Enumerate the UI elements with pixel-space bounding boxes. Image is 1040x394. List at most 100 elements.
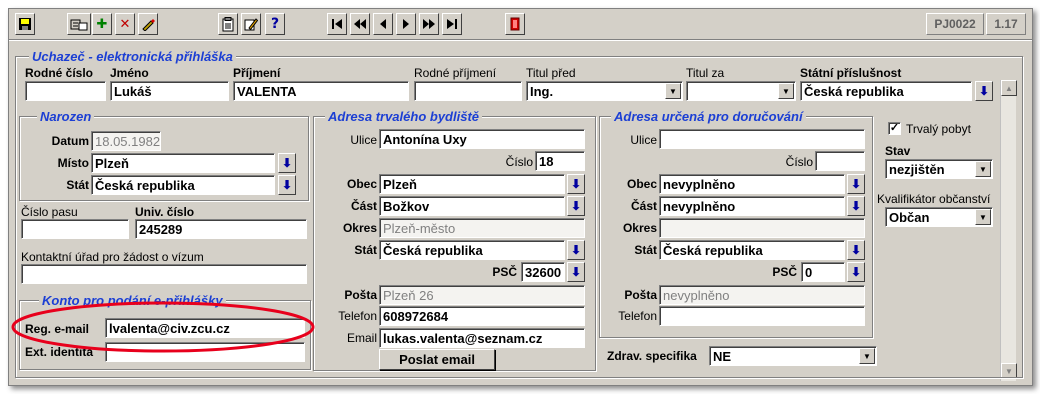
- first-name-label: Jméno: [110, 66, 149, 80]
- deliv-phone-input[interactable]: [659, 306, 865, 326]
- first-record-icon[interactable]: [327, 13, 347, 35]
- perm-number-label: Číslo: [505, 155, 533, 169]
- deliv-street-input[interactable]: [659, 129, 865, 149]
- deliv-part-picker-icon[interactable]: ⬇: [847, 196, 865, 216]
- deliv-zip-picker-icon[interactable]: ⬇: [847, 262, 865, 282]
- exit-icon[interactable]: [505, 13, 525, 35]
- deliv-part-label: Část: [630, 199, 657, 213]
- perm-zip-label: PSČ: [492, 265, 517, 279]
- perm-part-label: Část: [350, 199, 377, 213]
- citizenship-label: Státní příslušnost: [800, 66, 902, 80]
- birth-group-title: Narozen: [37, 109, 95, 124]
- surname-input[interactable]: VALENTA: [233, 81, 409, 101]
- birth-date-input[interactable]: 18.05.1982: [91, 131, 161, 151]
- visa-office-input[interactable]: [21, 264, 307, 284]
- add-icon[interactable]: ✚: [92, 13, 112, 35]
- form-code-label: PJ0022: [926, 13, 984, 35]
- health-specifics-label: Zdrav. specifika: [607, 349, 697, 363]
- edit-icon[interactable]: [138, 13, 158, 35]
- delivery-address-title: Adresa určená pro doručování: [611, 109, 806, 124]
- deliv-phone-label: Telefon: [618, 309, 657, 323]
- deliv-zip-input[interactable]: 0: [801, 262, 845, 282]
- citizenship-picker-icon[interactable]: ⬇: [975, 81, 993, 101]
- perm-street-input[interactable]: Antonína Uxy: [379, 129, 585, 149]
- birth-number-label: Rodné číslo: [25, 66, 94, 80]
- perm-part-input[interactable]: Božkov: [379, 196, 565, 216]
- birth-country-picker-icon[interactable]: ⬇: [278, 175, 296, 195]
- deliv-district-input[interactable]: [659, 218, 865, 238]
- title-after-select[interactable]: ▼: [686, 81, 796, 101]
- birth-surname-label: Rodné příjmení: [414, 66, 497, 80]
- chevron-down-icon: ▼: [975, 161, 991, 177]
- toolbar-separator: [9, 39, 1032, 41]
- delete-icon[interactable]: ✕: [115, 13, 135, 35]
- next-record-icon[interactable]: [396, 13, 416, 35]
- citizenship-qualifier-value: Občan: [889, 210, 930, 225]
- perm-post-input[interactable]: Plzeň 26: [379, 285, 585, 305]
- birth-place-picker-icon[interactable]: ⬇: [278, 153, 296, 173]
- passport-number-input[interactable]: [21, 219, 129, 239]
- perm-number-input[interactable]: 18: [535, 151, 585, 171]
- birth-number-input[interactable]: [25, 81, 106, 101]
- perm-city-input[interactable]: Plzeň: [379, 174, 565, 194]
- citizenship-input[interactable]: Česká republika: [800, 81, 972, 101]
- version-label: 1.17: [986, 13, 1026, 35]
- birth-date-label: Datum: [51, 134, 89, 148]
- title-before-select[interactable]: Ing. ▼: [526, 81, 683, 101]
- clipboard-icon[interactable]: [218, 13, 238, 35]
- previous-record-icon[interactable]: [373, 13, 393, 35]
- deliv-country-label: Stát: [634, 243, 657, 257]
- title-before-value: Ing.: [530, 84, 554, 99]
- chevron-down-icon: ▼: [975, 209, 991, 225]
- chevron-down-icon: ▼: [665, 83, 681, 99]
- deliv-post-input[interactable]: nevyplněno: [659, 285, 865, 305]
- previous-page-icon[interactable]: [350, 13, 370, 35]
- perm-country-picker-icon[interactable]: ⬇: [567, 240, 585, 260]
- health-specifics-value: NE: [713, 349, 732, 364]
- deliv-zip-label: PSČ: [772, 265, 797, 279]
- pencil-icon[interactable]: [241, 13, 261, 35]
- permanent-residence-checkbox[interactable]: ✓: [888, 122, 901, 135]
- deliv-number-label: Číslo: [785, 155, 813, 169]
- perm-district-label: Okres: [342, 221, 377, 235]
- citizenship-qualifier-select[interactable]: Občan ▼: [885, 207, 993, 227]
- perm-district-input[interactable]: Plzeň-město: [379, 218, 585, 238]
- status-select[interactable]: nezjištěn ▼: [885, 159, 993, 179]
- title-after-label: Titul za: [686, 66, 725, 80]
- perm-city-picker-icon[interactable]: ⬇: [567, 174, 585, 194]
- deliv-city-input[interactable]: nevyplněno: [659, 174, 845, 194]
- deliv-number-input[interactable]: [815, 151, 865, 171]
- next-page-icon[interactable]: [419, 13, 439, 35]
- permanent-address-title: Adresa trvalého bydliště: [325, 109, 482, 124]
- perm-zip-picker-icon[interactable]: ⬇: [567, 262, 585, 282]
- last-record-icon[interactable]: [442, 13, 462, 35]
- deliv-post-label: Pošta: [624, 288, 657, 302]
- first-name-input[interactable]: Lukáš: [110, 81, 229, 101]
- save-icon[interactable]: [15, 13, 35, 35]
- perm-country-input[interactable]: Česká republika: [379, 240, 565, 260]
- univ-number-label: Univ. číslo: [135, 205, 195, 219]
- deliv-city-picker-icon[interactable]: ⬇: [847, 174, 865, 194]
- birth-country-label: Stát: [66, 178, 89, 192]
- perm-zip-input[interactable]: 32600: [521, 262, 565, 282]
- perm-part-picker-icon[interactable]: ⬇: [567, 196, 585, 216]
- passport-number-label: Číslo pasu: [21, 205, 78, 219]
- permanent-residence-label: Trvalý pobyt: [906, 122, 971, 136]
- highlight-ellipse: [11, 301, 315, 353]
- birth-surname-input[interactable]: [414, 81, 522, 101]
- perm-phone-input[interactable]: 608972684: [379, 306, 585, 326]
- perm-email-input[interactable]: lukas.valenta@seznam.cz: [379, 328, 585, 348]
- deliv-country-picker-icon[interactable]: ⬇: [847, 240, 865, 260]
- health-specifics-select[interactable]: NE ▼: [709, 346, 877, 366]
- send-email-button[interactable]: Poslat email: [379, 349, 495, 370]
- birth-place-input[interactable]: Plzeň: [91, 153, 275, 173]
- univ-number-input[interactable]: 245289: [135, 219, 307, 239]
- deliv-part-input[interactable]: nevyplněno: [659, 196, 845, 216]
- new-record-icon[interactable]: [67, 13, 91, 35]
- deliv-city-label: Obec: [626, 177, 657, 191]
- applicant-form-title: Uchazeč - elektronická přihláška: [29, 49, 236, 64]
- deliv-country-input[interactable]: Česká republika: [659, 240, 845, 260]
- help-icon[interactable]: ?: [265, 13, 285, 35]
- perm-country-label: Stát: [354, 243, 377, 257]
- birth-country-input[interactable]: Česká republika: [91, 175, 275, 195]
